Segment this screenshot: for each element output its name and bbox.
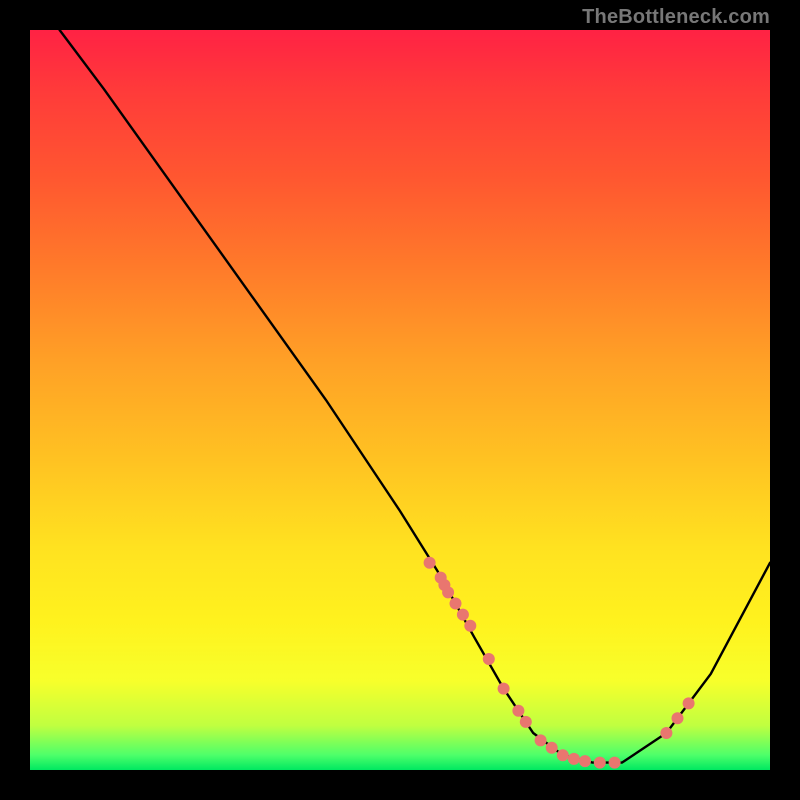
data-point (683, 697, 695, 709)
highlight-points (424, 557, 695, 769)
data-point (546, 742, 558, 754)
data-point (557, 749, 569, 761)
data-point (535, 734, 547, 746)
data-point (483, 653, 495, 665)
data-point (442, 586, 454, 598)
data-point (660, 727, 672, 739)
data-point (450, 598, 462, 610)
data-point (457, 609, 469, 621)
chart-stage: TheBottleneck.com (0, 0, 800, 800)
data-point (520, 716, 532, 728)
data-point (512, 705, 524, 717)
watermark-text: TheBottleneck.com (582, 6, 770, 29)
data-point (464, 620, 476, 632)
chart-overlay (30, 30, 770, 770)
data-point (568, 753, 580, 765)
data-point (579, 755, 591, 767)
data-point (594, 757, 606, 769)
bottleneck-curve (60, 30, 770, 763)
data-point (609, 757, 621, 769)
data-point (672, 712, 684, 724)
data-point (498, 683, 510, 695)
data-point (424, 557, 436, 569)
